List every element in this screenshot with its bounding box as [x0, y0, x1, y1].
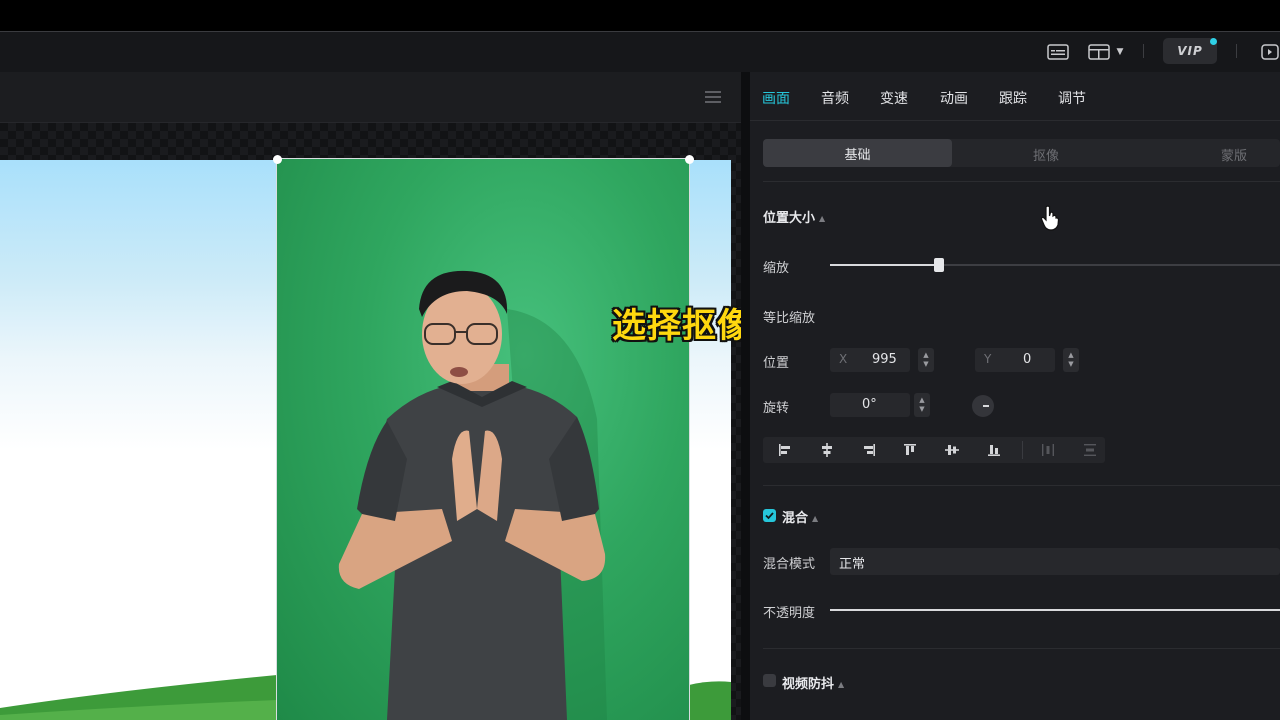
position-y-stepper[interactable]: ▲ ▼	[1063, 348, 1079, 372]
collapse-caret-icon: ▲	[838, 680, 845, 689]
notification-dot	[1210, 38, 1217, 45]
tab-divider	[750, 120, 1280, 121]
rotation-knob-indicator	[983, 405, 989, 407]
position-x-stepper[interactable]: ▲ ▼	[918, 348, 934, 372]
menu-icon[interactable]	[705, 90, 721, 108]
align-left-icon[interactable]	[767, 437, 803, 463]
alignment-divider	[1022, 441, 1023, 459]
player-header	[0, 72, 741, 123]
distribute-horizontal-icon[interactable]	[1030, 437, 1066, 463]
y-value: 0	[1023, 352, 1032, 367]
collapse-caret-icon: ▲	[819, 214, 826, 223]
rotation-stepper[interactable]: ▲ ▼	[914, 393, 930, 417]
toolbar-divider	[1236, 44, 1237, 58]
toolbar-divider	[1143, 44, 1144, 58]
blend-checkbox[interactable]	[763, 509, 776, 522]
align-center-h-icon[interactable]	[809, 437, 845, 463]
toolbar: ▼	[0, 31, 1280, 73]
section-title: 混合	[782, 511, 809, 526]
video-clip[interactable]	[276, 158, 690, 720]
rotation-value: 0°	[862, 397, 877, 412]
opacity-label: 不透明度	[763, 606, 816, 621]
vip-label: VIP	[1177, 44, 1203, 58]
layout-icon[interactable]	[1087, 40, 1111, 64]
section-position-size[interactable]: 位置大小 ▲	[763, 207, 825, 226]
top-bar	[0, 0, 1280, 31]
subtab-chroma-key[interactable]: 抠像	[1033, 145, 1059, 164]
x-prefix: X	[839, 352, 848, 366]
export-icon[interactable]	[1257, 40, 1280, 64]
position-y-field[interactable]: Y 0	[975, 348, 1055, 372]
subtitle-icon[interactable]	[1045, 40, 1071, 64]
position-x-field[interactable]: X 995	[830, 348, 910, 372]
resize-handle[interactable]	[273, 155, 282, 164]
tab-speed[interactable]: 变速	[880, 88, 908, 108]
subtab-basic[interactable]: 基础	[763, 139, 952, 167]
blend-mode-label: 混合模式	[763, 557, 816, 572]
align-center-v-icon[interactable]	[934, 437, 970, 463]
align-bottom-icon[interactable]	[976, 437, 1012, 463]
position-label: 位置	[763, 356, 790, 371]
rotation-label: 旋转	[763, 401, 790, 416]
tab-audio[interactable]: 音频	[821, 88, 849, 108]
scale-slider-thumb[interactable]	[934, 258, 944, 272]
section-blend[interactable]: 混合 ▲	[782, 507, 818, 526]
divider	[763, 485, 1280, 486]
person-figure	[338, 270, 607, 720]
resize-handle[interactable]	[685, 155, 694, 164]
tab-tracking[interactable]: 跟踪	[999, 88, 1027, 108]
scale-label: 缩放	[763, 261, 790, 276]
video-caption: 选择抠像	[612, 306, 752, 346]
divider	[763, 181, 1280, 182]
distribute-vertical-icon[interactable]	[1072, 437, 1108, 463]
rotation-field[interactable]: 0°	[830, 393, 910, 417]
vip-badge[interactable]: VIP	[1163, 38, 1217, 64]
section-title: 视频防抖	[782, 677, 835, 692]
divider	[763, 648, 1280, 649]
opacity-slider[interactable]	[830, 609, 1280, 611]
section-title: 位置大小	[763, 211, 816, 226]
align-right-icon[interactable]	[851, 437, 887, 463]
tab-adjust[interactable]: 调节	[1058, 88, 1086, 108]
collapse-caret-icon: ▲	[812, 514, 819, 523]
panel-divider[interactable]	[741, 72, 750, 720]
uniform-scale-label: 等比缩放	[763, 311, 816, 326]
blend-mode-dropdown[interactable]: 正常	[830, 548, 1280, 575]
x-value: 995	[872, 352, 897, 367]
tab-animation[interactable]: 动画	[940, 88, 968, 108]
align-top-icon[interactable]	[892, 437, 928, 463]
blend-mode-value: 正常	[839, 557, 866, 572]
scale-slider-fill	[830, 264, 938, 266]
tab-picture[interactable]: 画面	[762, 88, 790, 108]
y-prefix: Y	[984, 352, 992, 366]
section-stabilize[interactable]: 视频防抖 ▲	[782, 673, 844, 692]
hand-cursor-icon	[1040, 205, 1060, 235]
stabilize-checkbox[interactable]	[763, 674, 776, 687]
subtab-mask[interactable]: 蒙版	[1221, 145, 1247, 164]
chevron-down-icon[interactable]: ▼	[1113, 40, 1127, 64]
